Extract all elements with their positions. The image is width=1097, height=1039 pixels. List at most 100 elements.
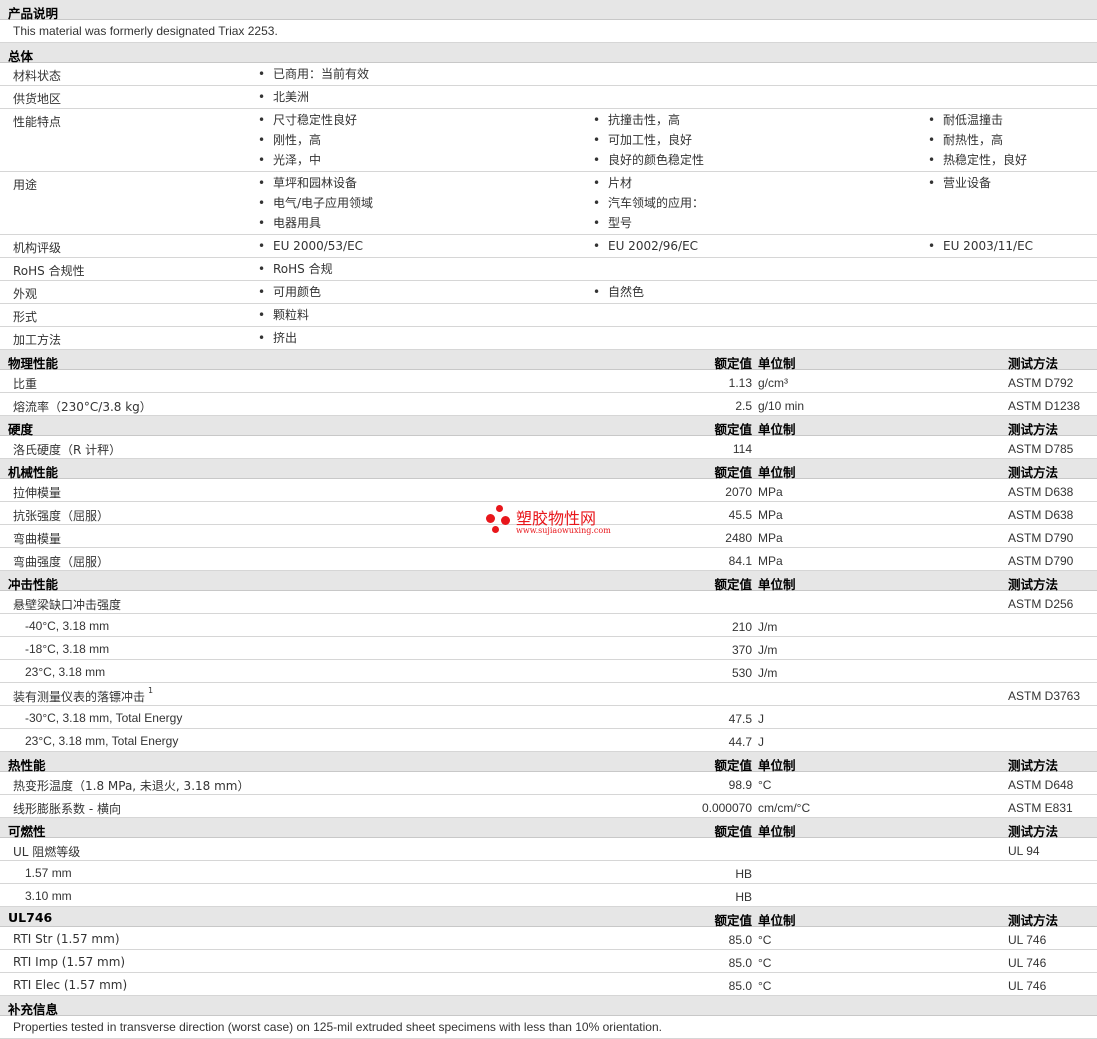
bullet-icon: • xyxy=(593,239,601,253)
property-unit: MPa xyxy=(758,508,783,522)
bullet-item: • 耐热性，高 xyxy=(928,133,1027,153)
bullet-icon: • xyxy=(928,133,936,147)
general-row: 性能特点 • 尺寸稳定性良好 • 刚性，高 • 光泽，中 • 抗撞击性，高 • 可加工性，良好 • 良好… xyxy=(0,109,1097,172)
bullet-item-text: 草坪和园林设备 xyxy=(273,176,358,190)
property-value: 47.5 xyxy=(728,712,752,726)
property-label-text: RTI Elec (1.57 mm) xyxy=(13,978,128,992)
general-column: • 颗粒料 xyxy=(258,308,309,328)
bullet-icon: • xyxy=(593,216,601,230)
general-row-label: 用途 xyxy=(13,178,38,192)
bullet-icon: • xyxy=(258,331,266,345)
bullet-item: • 光泽，中 xyxy=(258,153,357,173)
bullet-item: • 挤出 xyxy=(258,331,297,351)
general-column: • 草坪和园林设备 • 电气/电子应用领域 • 电器用具 xyxy=(258,176,373,236)
bullet-item: • 刚性，高 xyxy=(258,133,357,153)
property-unit: g/cm³ xyxy=(758,376,788,390)
bullet-item-text: 北美洲 xyxy=(273,90,310,104)
property-test-method: ASTM D256 xyxy=(1008,597,1074,611)
property-label: -30°C, 3.18 mm, Total Energy xyxy=(25,711,182,725)
property-value: 45.5 xyxy=(728,508,752,522)
property-unit: J/m xyxy=(758,666,778,680)
bullet-item-text: 汽车领域的应用： xyxy=(608,196,705,210)
general-column: • 耐低温撞击 • 耐热性，高 • 热稳定性，良好 xyxy=(928,113,1027,173)
property-unit: g/10 min xyxy=(758,399,805,413)
property-label: 比重 xyxy=(13,375,37,392)
bullet-item-text: 电器用具 xyxy=(273,216,322,230)
property-label-text: 拉伸模量 xyxy=(13,486,62,500)
property-value: 114 xyxy=(732,442,752,456)
bullet-item: • 营业设备 xyxy=(928,176,991,196)
bullet-item-text: EU 2000/53/EC xyxy=(273,239,364,253)
bullet-icon: • xyxy=(928,113,936,127)
property-test-method: ASTM D638 xyxy=(1008,485,1074,499)
section-header-supplementary: 补充信息 xyxy=(0,996,1097,1017)
general-row-label: 性能特点 xyxy=(13,115,62,129)
property-label: 1.57 mm xyxy=(25,866,72,880)
bullet-item-text: 已商用：当前有效 xyxy=(273,67,370,81)
property-label: 热变形温度（1.8 MPa, 未退火, 3.18 mm） xyxy=(13,777,249,794)
bullet-item-text: 尺寸稳定性良好 xyxy=(273,113,358,127)
property-test-method: ASTM D638 xyxy=(1008,508,1074,522)
bullet-item-text: 营业设备 xyxy=(943,176,992,190)
property-test-method: ASTM D790 xyxy=(1008,554,1074,568)
general-row-label: 外观 xyxy=(13,287,38,301)
property-row: 热变形温度（1.8 MPa, 未退火, 3.18 mm） 98.9 °C ASTM D… xyxy=(0,772,1097,795)
property-label: UL 阻燃等级 xyxy=(13,843,80,860)
property-test-method: UL 746 xyxy=(1008,956,1047,970)
property-row: 23°C, 3.18 mm, Total Energy 44.7 J xyxy=(0,729,1097,752)
bullet-icon: • xyxy=(258,90,266,104)
property-label: RTI Imp (1.57 mm) xyxy=(13,955,125,969)
property-label-text: 悬壁梁缺口冲击强度 xyxy=(13,598,122,612)
general-row-label: 供货地区 xyxy=(13,92,62,106)
bullet-item: • 可加工性，良好 xyxy=(593,133,704,153)
property-label-text: UL 阻燃等级 xyxy=(13,845,81,859)
bullet-icon: • xyxy=(593,153,601,167)
property-label: 拉伸模量 xyxy=(13,484,61,501)
property-value: HB xyxy=(735,867,752,881)
property-row: 熔流率（230°C/3.8 kg） 2.5 g/10 min ASTM D1238 xyxy=(0,393,1097,416)
property-row: RTI Imp (1.57 mm) 85.0 °C UL 746 xyxy=(0,950,1097,973)
general-column: • 可用颜色 xyxy=(258,285,321,305)
property-value: 44.7 xyxy=(728,735,752,749)
bullet-icon: • xyxy=(258,153,266,167)
bullet-item: • EU 2003/11/EC xyxy=(928,239,1033,259)
property-row: 洛氏硬度（R 计秤） 114 ASTM D785 xyxy=(0,436,1097,459)
property-test-method: ASTM D785 xyxy=(1008,442,1074,456)
bullet-icon: • xyxy=(593,176,601,190)
property-test-method: ASTM D3763 xyxy=(1008,689,1081,703)
property-label: 23°C, 3.18 mm, Total Energy xyxy=(25,734,178,748)
bullet-item: • 可用颜色 xyxy=(258,285,321,305)
bullet-item: • 电器用具 xyxy=(258,216,373,236)
property-row: RTI Str (1.57 mm) 85.0 °C UL 746 xyxy=(0,927,1097,950)
property-label-text: 熔流率（230°C/3.8 kg） xyxy=(13,400,152,414)
general-column: • 片材 • 汽车领域的应用： • 型号 xyxy=(593,176,704,236)
property-label: 弯曲模量 xyxy=(13,530,61,547)
section-header-product-description: 产品说明 xyxy=(0,0,1097,21)
property-unit: MPa xyxy=(758,485,783,499)
property-row: -30°C, 3.18 mm, Total Energy 47.5 J xyxy=(0,706,1097,729)
property-label-text: RTI Imp (1.57 mm) xyxy=(13,955,126,969)
property-test-method: ASTM D790 xyxy=(1008,531,1074,545)
bullet-item: • 尺寸稳定性良好 xyxy=(258,113,357,133)
property-row: 拉伸模量 2070 MPa ASTM D638 xyxy=(0,479,1097,502)
property-value: 2.5 xyxy=(735,399,752,413)
bullet-icon: • xyxy=(258,113,266,127)
general-column: • 抗撞击性，高 • 可加工性，良好 • 良好的颜色稳定性 xyxy=(593,113,704,173)
property-unit: J xyxy=(758,712,764,726)
property-row: 弯曲强度（屈服） 84.1 MPa ASTM D790 xyxy=(0,548,1097,571)
bullet-icon: • xyxy=(593,113,601,127)
footnote-marker: 1 xyxy=(148,686,154,695)
property-label: 线形膨胀系数 - 横向 xyxy=(13,800,121,817)
bullet-item-text: 型号 xyxy=(608,216,633,230)
bullet-item: • 耐低温撞击 xyxy=(928,113,1027,133)
property-value: 1.13 xyxy=(728,376,752,390)
bullet-item: • 型号 xyxy=(593,216,704,236)
bullet-item: • 已商用：当前有效 xyxy=(258,67,369,87)
property-unit: °C xyxy=(758,956,772,970)
property-label-text: 弯曲模量 xyxy=(13,532,62,546)
property-value: 85.0 xyxy=(728,956,752,970)
bullet-item-text: 刚性，高 xyxy=(273,133,322,147)
bullet-icon: • xyxy=(593,285,601,299)
bullet-item-text: 颗粒料 xyxy=(273,308,310,322)
property-unit: J/m xyxy=(758,643,778,657)
